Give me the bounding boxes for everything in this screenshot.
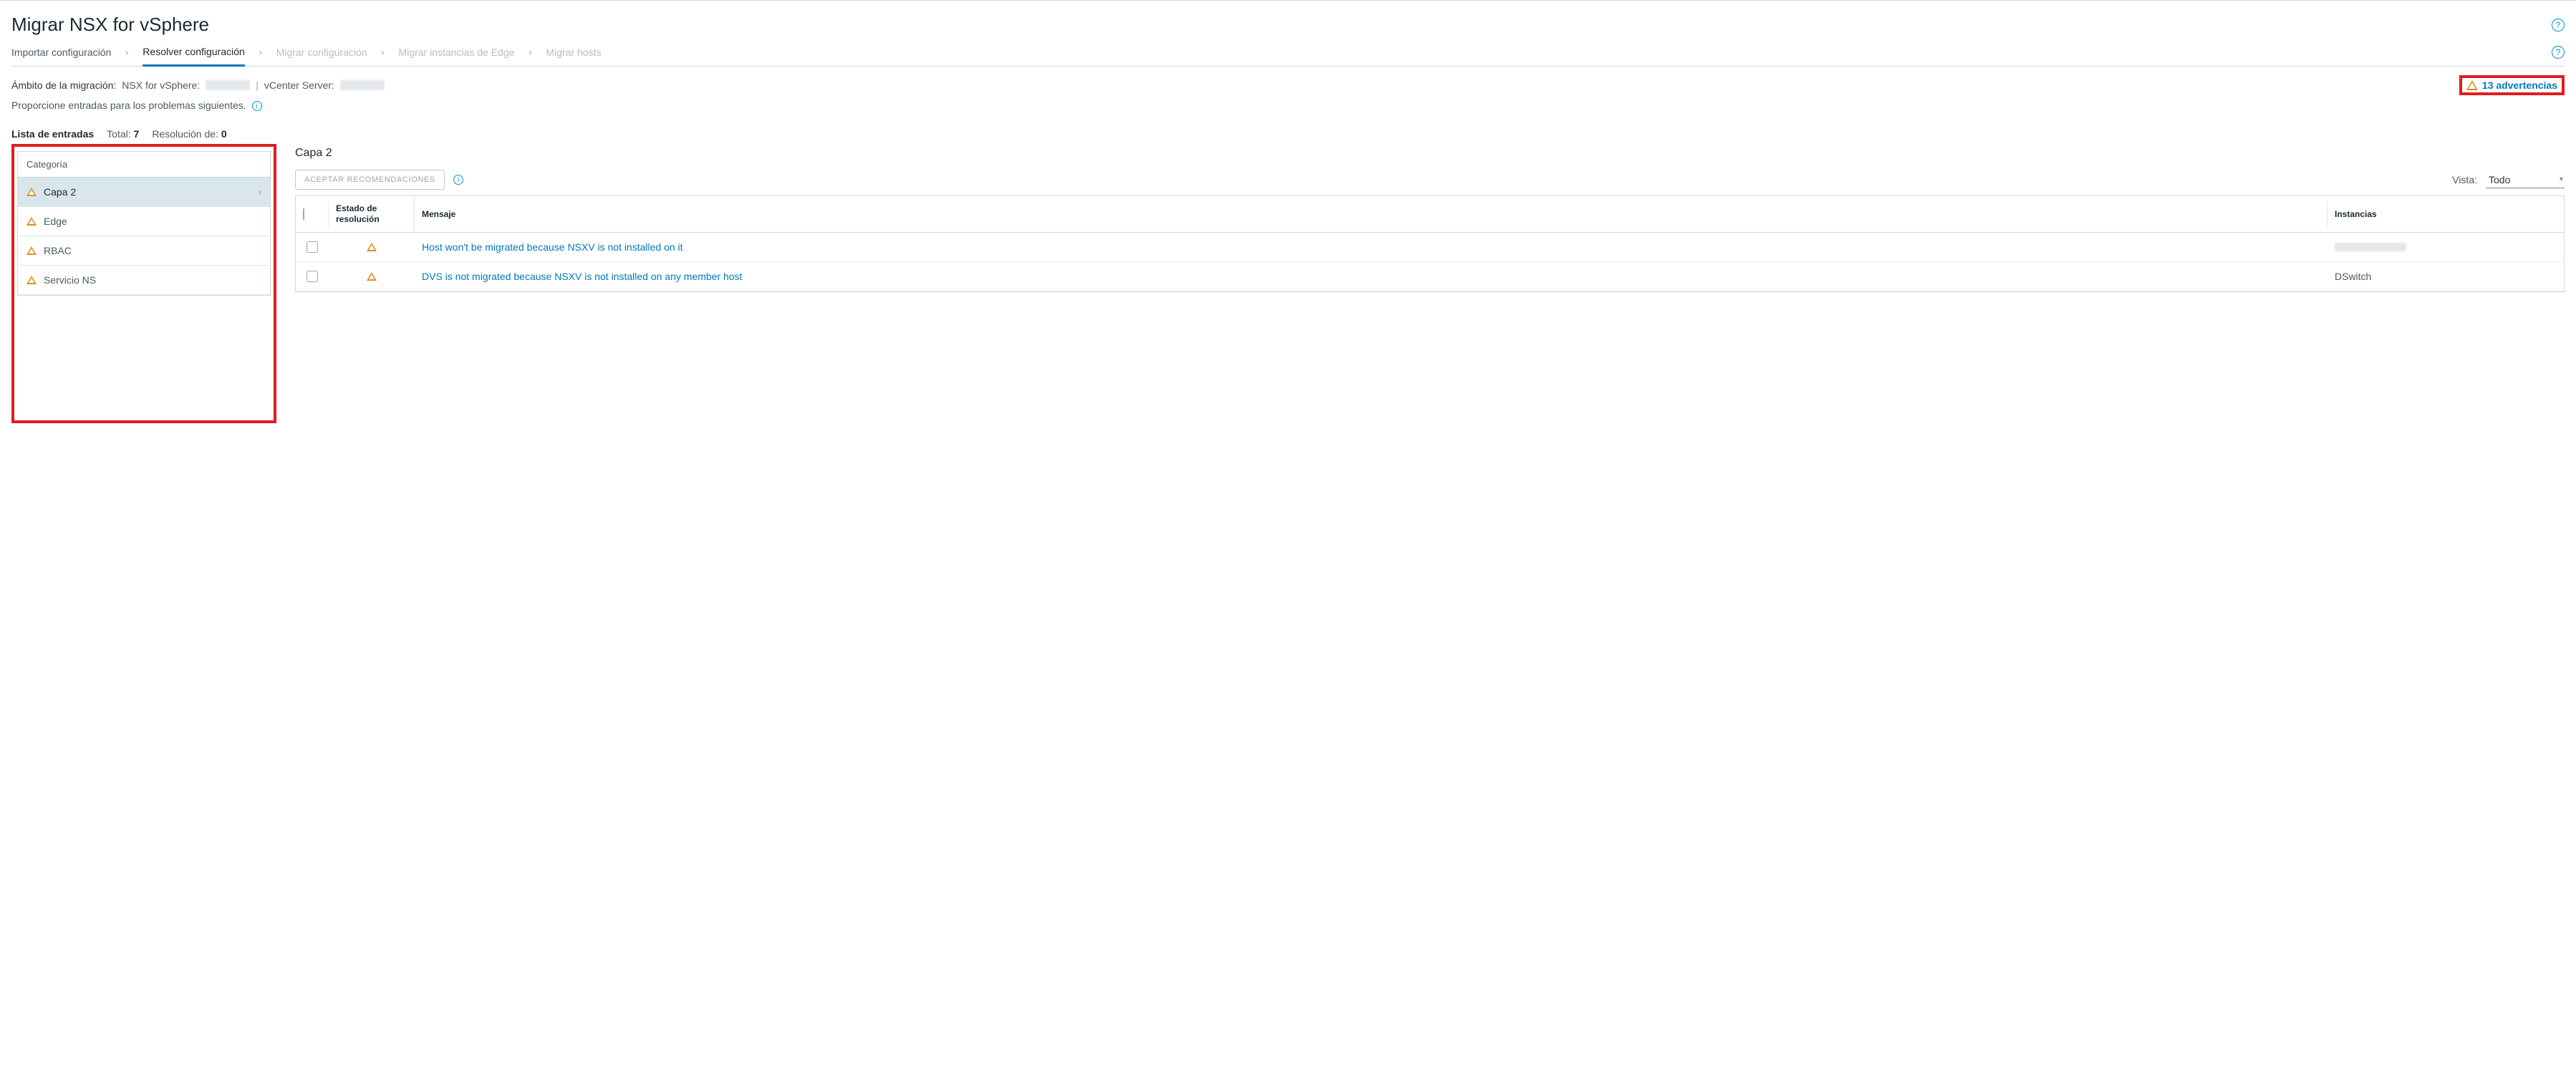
step-resolve[interactable]: Resolver configuración <box>143 46 244 67</box>
category-label: Servicio NS <box>44 274 261 286</box>
category-item-edge[interactable]: Edge <box>18 207 270 236</box>
instance-value <box>2335 243 2406 251</box>
step-migrate-config: Migrar configuración <box>276 47 367 65</box>
warning-icon <box>26 188 37 196</box>
col-status: Estado de resolución <box>329 196 415 232</box>
resolved-value: 0 <box>221 128 227 140</box>
info-icon[interactable]: i <box>252 101 262 111</box>
col-message: Mensaje <box>415 202 2327 227</box>
view-select[interactable]: Todo ▾ <box>2486 172 2565 188</box>
view-value: Todo <box>2489 174 2510 185</box>
step-migrate-hosts: Migrar hosts <box>546 47 601 65</box>
warning-icon <box>26 246 37 255</box>
category-label: Capa 2 <box>44 186 251 198</box>
main-heading: Capa 2 <box>295 144 2565 170</box>
warning-icon <box>26 217 37 226</box>
step-migrate-edge: Migrar instancias de Edge <box>399 47 515 65</box>
total-label: Total: <box>107 128 130 140</box>
issue-message-link[interactable]: DVS is not migrated because NSXV is not … <box>422 271 742 282</box>
category-item-servicio-ns[interactable]: Servicio NS <box>18 266 270 295</box>
total-value: 7 <box>134 128 140 140</box>
instruction-text: Proporcione entradas para los problemas … <box>11 100 246 111</box>
chevron-right-icon: › <box>259 47 262 64</box>
col-instances: Instancias <box>2327 202 2564 227</box>
warning-icon <box>26 276 37 284</box>
accept-recommendations-button[interactable]: ACEPTAR RECOMENDACIONES <box>295 170 445 190</box>
page-title: Migrar NSX for vSphere <box>11 14 209 36</box>
row-checkbox[interactable] <box>307 271 318 282</box>
category-item-rbac[interactable]: RBAC <box>18 236 270 266</box>
row-checkbox[interactable] <box>307 241 318 253</box>
issues-table: Estado de resolución Mensaje Instancias … <box>295 195 2565 292</box>
category-label: Edge <box>44 216 261 227</box>
scope-nsx-value <box>206 80 250 90</box>
list-title: Lista de entradas <box>11 128 94 140</box>
chevron-down-icon: ▾ <box>2560 175 2563 183</box>
view-label: Vista: <box>2452 174 2477 185</box>
help-icon[interactable]: ? <box>2552 46 2565 59</box>
category-header: Categoría <box>18 152 270 178</box>
warning-icon <box>367 243 377 251</box>
table-row: Host won't be migrated because NSXV is n… <box>296 233 2564 262</box>
scope-nsx-key: NSX for vSphere: <box>122 79 200 91</box>
issue-message-link[interactable]: Host won't be migrated because NSXV is n… <box>422 241 683 253</box>
category-panel-highlight: Categoría Capa 2 › Edge RBAC Servicio NS <box>11 144 276 423</box>
chevron-right-icon: › <box>125 47 128 64</box>
instance-value: DSwitch <box>2335 271 2371 282</box>
wizard-steps: Importar configuración › Resolver config… <box>11 43 2565 67</box>
chevron-right-icon: › <box>259 187 261 197</box>
scope-vcenter-key: vCenter Server: <box>264 79 334 91</box>
help-icon[interactable]: ? <box>2552 19 2565 32</box>
scope-vcenter-value <box>340 80 385 90</box>
separator: | <box>256 79 259 91</box>
select-all-checkbox[interactable] <box>303 208 304 220</box>
warnings-text: 13 advertencias <box>2482 79 2557 91</box>
category-list: Categoría Capa 2 › Edge RBAC Servicio NS <box>17 151 271 296</box>
warning-icon <box>2466 80 2478 90</box>
warnings-link[interactable]: 13 advertencias <box>2459 75 2565 95</box>
info-icon[interactable]: i <box>453 175 463 185</box>
chevron-right-icon: › <box>529 47 531 64</box>
col-checkbox <box>296 202 329 227</box>
resolved-label: Resolución de: <box>152 128 218 140</box>
table-row: DVS is not migrated because NSXV is not … <box>296 262 2564 291</box>
warning-icon <box>367 272 377 281</box>
category-item-capa2[interactable]: Capa 2 › <box>18 178 270 207</box>
step-import[interactable]: Importar configuración <box>11 47 111 65</box>
category-label: RBAC <box>44 245 261 256</box>
scope-label: Ámbito de la migración: <box>11 79 116 91</box>
chevron-right-icon: › <box>382 47 385 64</box>
